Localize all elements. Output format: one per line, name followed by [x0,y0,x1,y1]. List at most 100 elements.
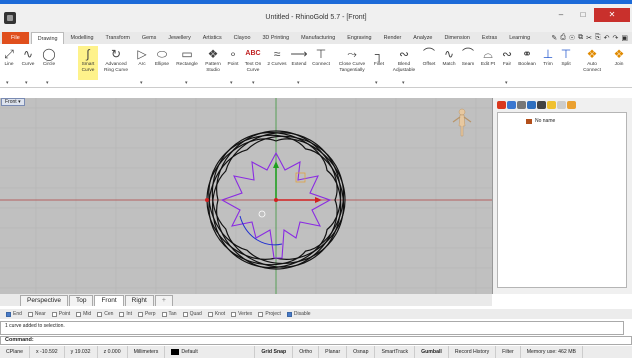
fillet-tool[interactable]: ┐ Fillet [371,46,387,68]
checkbox[interactable] [182,311,188,317]
chevron-down-icon[interactable]: ▾ [46,80,49,86]
cplane-readout[interactable]: CPlane [0,346,31,358]
extend-tool[interactable]: ⟶ Extend [290,46,308,68]
osnap-toggle[interactable]: Osnap [347,346,376,358]
osnap-project[interactable]: Project [258,311,281,317]
tab-clayoo[interactable]: Clayoo [228,32,257,44]
osnap-cen[interactable]: Cen [97,311,113,317]
trim-tool[interactable]: ⊥ Trim [540,46,556,68]
pin-icon[interactable]: ☉ [569,34,575,42]
osnap-perp[interactable]: Perp [137,311,156,317]
tab-transform[interactable]: Transform [100,32,136,44]
chevron-down-icon[interactable]: ▾ [402,80,405,86]
osnap-near[interactable]: Near [27,311,46,317]
close-button[interactable]: ✕ [594,8,630,22]
settings-tab-icon[interactable] [557,101,566,109]
grid-snap-toggle[interactable]: Grid Snap [255,346,294,358]
paste-icon[interactable]: ⎘ [595,34,601,42]
checkbox[interactable] [97,311,103,317]
tools-tab-icon[interactable] [567,101,576,109]
render-tab-icon[interactable] [537,101,546,109]
smarttrack-toggle[interactable]: SmartTrack [375,346,416,358]
checkbox[interactable] [258,311,264,317]
chevron-down-icon[interactable]: ▾ [25,80,28,86]
checkbox[interactable] [137,311,143,317]
checkbox[interactable] [76,311,82,317]
osnap-quad[interactable]: Quad [182,311,202,317]
current-layer[interactable]: Default [165,346,256,358]
ortho-toggle[interactable]: Ortho [293,346,320,358]
print-icon[interactable]: ⎙ [560,34,566,42]
layer-color-swatch[interactable] [526,118,532,124]
brush-icon[interactable]: ✎ [551,34,557,42]
auto-connect-tool[interactable]: ❖ Auto Connect [578,46,606,73]
fair-tool[interactable]: ∾ Fair [500,46,514,68]
tab-file[interactable]: File [2,32,29,44]
curve-tool[interactable]: ∿ Curve [18,46,38,68]
close-curve-tangentially-tool[interactable]: ⤳ Close Curve Tangentially [335,46,369,73]
viewport-canvas[interactable] [0,98,492,294]
display-tab-icon[interactable] [517,101,526,109]
save-icon[interactable]: ▣ [621,34,628,42]
tab-front[interactable]: Front [94,295,124,306]
units-display[interactable]: Millimeters [128,346,166,358]
layers-tab-icon[interactable] [507,101,516,109]
chevron-down-icon[interactable]: ▾ [6,80,9,86]
ellipse-tool[interactable]: ⬭ Ellipse [152,46,172,68]
chevron-down-icon[interactable]: ▾ [252,80,255,86]
filter-toggle[interactable]: Filter [496,346,521,358]
tab-top[interactable]: Top [68,295,94,306]
tab-render[interactable]: Render [378,32,408,44]
tab-right[interactable]: Right [124,295,154,306]
match-tool[interactable]: ∿ Match [440,46,458,68]
circle-tool[interactable]: ◯ Circle [40,46,58,68]
tab-artistics[interactable]: Artistics [197,32,228,44]
text-on-curve-tool[interactable]: ABC Text On Curve [242,46,264,73]
record-history-toggle[interactable]: Record History [449,346,497,358]
chevron-down-icon[interactable]: ▾ [297,80,300,86]
checkbox[interactable] [161,311,167,317]
arc-tool[interactable]: ▷ Arc [135,46,149,68]
rectangle-tool[interactable]: ▭ Rectangle [174,46,200,68]
split-tool[interactable]: ⊤ Split [558,46,574,68]
properties-tab-icon[interactable] [497,101,506,109]
chevron-down-icon[interactable]: ▾ [230,80,233,86]
checkbox[interactable] [207,311,213,317]
smart-curve-tool[interactable]: ∫ Smart Curve [78,46,98,80]
tab-analyze[interactable]: Analyze [407,32,438,44]
command-line[interactable]: Command: [0,336,632,345]
tab-3d-printing[interactable]: 3D Printing [256,32,295,44]
tab-gems[interactable]: Gems [136,32,162,44]
advanced-ring-curve-tool[interactable]: ↻ Advanced Ring Curve [100,46,132,73]
osnap-mid[interactable]: Mid [76,311,91,317]
planar-toggle[interactable]: Planar [319,346,348,358]
osnap-tan[interactable]: Tan [161,311,177,317]
maximize-button[interactable]: □ [572,8,594,22]
tab-perspective[interactable]: Perspective [20,295,68,306]
osnap-knot[interactable]: Knot [207,311,225,317]
osnap-vertex[interactable]: Vertex [231,311,252,317]
checkbox[interactable] [27,311,33,317]
add-view-button[interactable]: + [154,295,173,306]
chevron-down-icon[interactable]: ▾ [505,80,508,86]
boolean-tool[interactable]: ⚭ Boolean [516,46,538,68]
chevron-down-icon[interactable]: ▾ [375,80,378,86]
checkbox[interactable] [286,311,292,317]
checkbox[interactable] [51,311,57,317]
seam-tool[interactable]: ⌒ Seam [459,46,477,68]
checkbox[interactable] [6,311,11,317]
layer-item[interactable]: No name [526,118,555,124]
edit-pt-tool[interactable]: ⌓ Edit Pt [478,46,498,68]
tab-modelling[interactable]: Modelling [64,32,99,44]
osnap-disable[interactable]: Disable [286,311,311,317]
chevron-down-icon[interactable]: ▾ [140,80,143,86]
tab-jewellery[interactable]: Jewellery [162,32,196,44]
join-tool[interactable]: ❖ Join [608,46,630,68]
tab-drawing[interactable]: Drawing [30,32,65,44]
chevron-down-icon[interactable]: ▾ [185,80,188,86]
checkbox[interactable] [119,311,125,317]
tab-dimension[interactable]: Dimension [438,32,475,44]
minimize-button[interactable]: – [550,8,572,22]
gumball-toggle[interactable]: Gumball [415,346,449,358]
tab-manufacturing[interactable]: Manufacturing [295,32,341,44]
